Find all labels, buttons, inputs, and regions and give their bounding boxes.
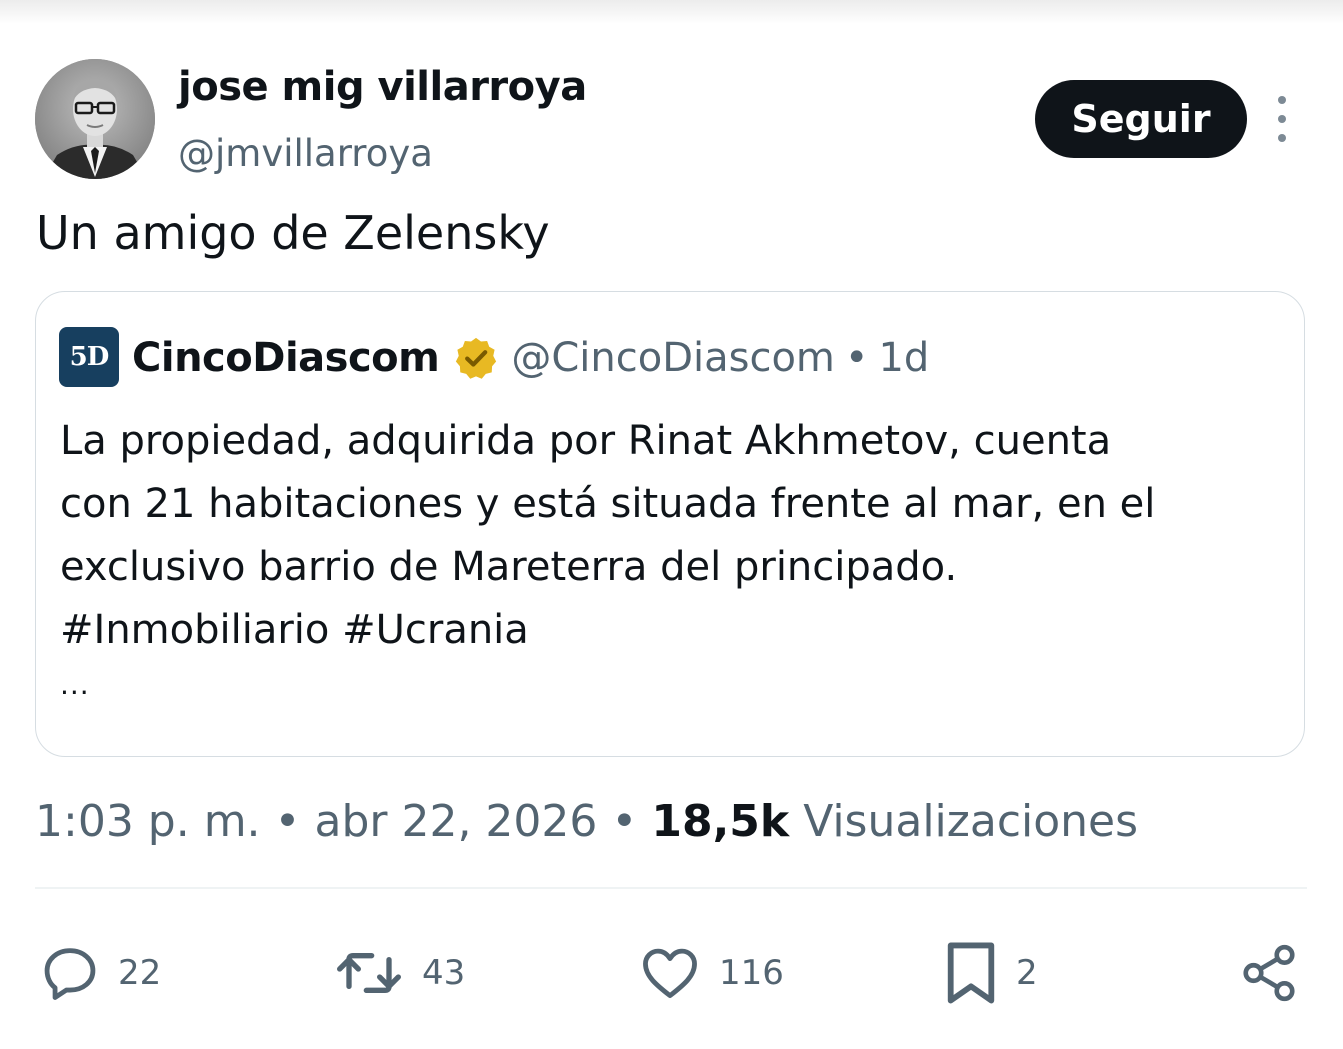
follow-button[interactable]: Seguir: [1035, 80, 1247, 158]
quoted-ellipsis: ...: [60, 668, 90, 701]
quoted-body-line: La propiedad, adquirida por Rinat Akhmet…: [60, 418, 1112, 464]
share-button[interactable]: [1238, 938, 1300, 1008]
quoted-tweet-body: La propiedad, adquirida por Rinat Akhmet…: [60, 410, 1280, 662]
repost-count: 43: [422, 953, 466, 993]
share-icon: [1243, 944, 1295, 1002]
tweet-time[interactable]: 1:03 p. m.: [35, 796, 261, 847]
quoted-account-logo: 5D: [59, 327, 119, 387]
reply-count: 22: [118, 953, 162, 993]
author-avatar[interactable]: [35, 59, 155, 179]
bookmark-button[interactable]: 2: [942, 938, 1038, 1008]
more-icon: [1278, 96, 1286, 104]
verified-badge-icon: [456, 337, 497, 379]
views-count: 18,5k: [651, 796, 790, 847]
bookmark-count: 2: [1016, 953, 1038, 993]
quoted-tweet-header: CincoDiascom @CincoDiascom • 1d: [132, 330, 929, 386]
quoted-body-line: exclusivo barrio de Mareterra del princi…: [60, 544, 958, 590]
reply-button[interactable]: 22: [38, 938, 161, 1008]
tweet-date[interactable]: abr 22, 2026: [315, 796, 598, 847]
quoted-separator: •: [844, 335, 869, 381]
like-icon: [643, 948, 697, 999]
repost-button[interactable]: 43: [332, 938, 465, 1008]
meta-separator: •: [274, 796, 301, 847]
divider: [35, 887, 1307, 889]
reply-icon: [44, 948, 96, 1000]
avatar-photo: [35, 59, 155, 179]
bookmark-icon: [947, 942, 995, 1004]
more-options-button[interactable]: [1266, 96, 1298, 142]
author-display-name[interactable]: jose mig villarroya: [178, 64, 587, 110]
more-icon-dot: [1278, 115, 1286, 123]
quoted-account-name: CincoDiascom: [132, 335, 440, 381]
meta-separator: •: [611, 796, 638, 847]
quoted-account-handle: @CincoDiascom: [511, 335, 835, 381]
top-fade: [0, 0, 1343, 24]
author-handle[interactable]: @jmvillarroya: [178, 132, 433, 175]
quoted-body-line: con 21 habitaciones y está situada frent…: [60, 481, 1156, 527]
more-icon-dot: [1278, 134, 1286, 142]
like-button[interactable]: 116: [637, 938, 784, 1008]
quoted-timestamp: 1d: [878, 335, 930, 381]
tweet-meta: 1:03 p. m. • abr 22, 2026 • 18,5k Visual…: [35, 796, 1138, 847]
quoted-tweet-card[interactable]: 5D CincoDiascom @CincoDiascom • 1d La pr…: [35, 291, 1305, 757]
like-count: 116: [719, 953, 784, 993]
tweet-text: Un amigo de Zelensky: [36, 206, 550, 260]
repost-icon: [336, 953, 401, 993]
views-label: Visualizaciones: [803, 796, 1139, 847]
quoted-hashtags[interactable]: #Inmobiliario #Ucrania: [60, 599, 1280, 662]
